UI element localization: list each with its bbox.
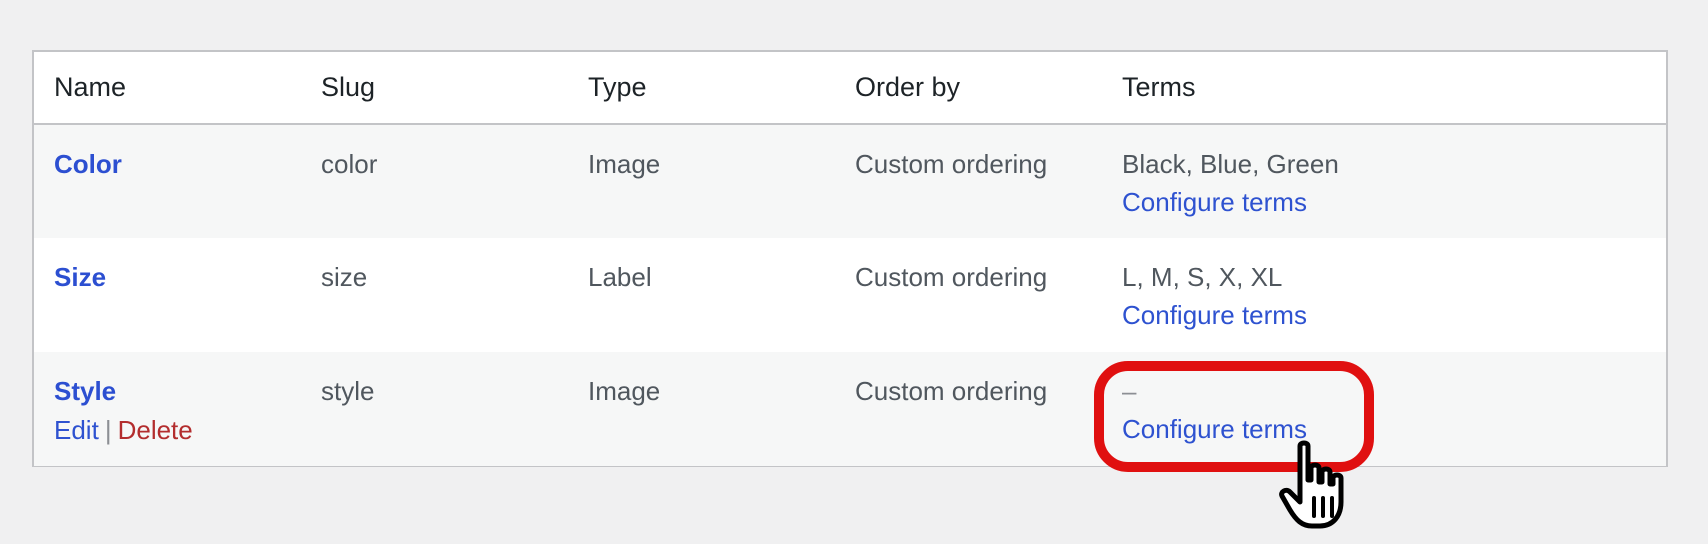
table-header-row: Name Slug Type Order by Terms: [34, 52, 1666, 124]
cell-order-by: Custom ordering: [855, 262, 1048, 292]
cell-name: Style Edit | Delete: [34, 352, 301, 466]
configure-terms-link[interactable]: Configure terms: [1122, 296, 1307, 334]
cell-terms: L, M, S, X, XL Configure terms: [1102, 238, 1666, 352]
attributes-table-container: Name Slug Type Order by Terms Color colo…: [32, 50, 1668, 467]
table-row: Size size Label Custom ordering L, M, S,…: [34, 238, 1666, 352]
attribute-name-link[interactable]: Size: [54, 258, 106, 296]
attribute-name-link[interactable]: Color: [54, 145, 122, 183]
attributes-table: Name Slug Type Order by Terms Color colo…: [34, 52, 1666, 466]
cell-order-by: Custom ordering: [855, 376, 1048, 406]
column-header-order-by: Order by: [855, 72, 961, 102]
column-header-type: Type: [588, 72, 647, 102]
cell-slug: size: [321, 262, 368, 292]
cell-name: Size: [34, 238, 301, 352]
table-row: Color color Image Custom ordering Black,…: [34, 124, 1666, 238]
cell-order-by: Custom ordering: [855, 149, 1048, 179]
edit-link[interactable]: Edit: [54, 410, 99, 450]
cell-slug: style: [321, 376, 375, 406]
delete-link[interactable]: Delete: [118, 415, 193, 445]
table-row: Style Edit | Delete style Image Custom ord…: [34, 352, 1666, 466]
configure-terms-link[interactable]: Configure terms: [1122, 410, 1307, 448]
cell-terms: – Configure terms: [1102, 352, 1666, 466]
attribute-name-link[interactable]: Style: [54, 372, 116, 410]
row-actions: Edit | Delete: [54, 410, 301, 450]
terms-list: Black, Blue, Green: [1122, 149, 1339, 179]
configure-terms-link[interactable]: Configure terms: [1122, 183, 1307, 221]
cell-type: Label: [588, 262, 652, 292]
cell-name: Color: [34, 124, 301, 238]
actions-separator: |: [104, 415, 112, 445]
column-header-slug: Slug: [321, 72, 376, 102]
cell-slug: color: [321, 149, 378, 179]
column-header-terms: Terms: [1122, 72, 1196, 102]
column-header-name: Name: [54, 72, 127, 102]
cell-terms: Black, Blue, Green Configure terms: [1102, 124, 1666, 238]
cell-type: Image: [588, 376, 661, 406]
terms-list: L, M, S, X, XL: [1122, 262, 1283, 292]
cell-type: Image: [588, 149, 661, 179]
empty-terms-dash: –: [1122, 376, 1137, 406]
